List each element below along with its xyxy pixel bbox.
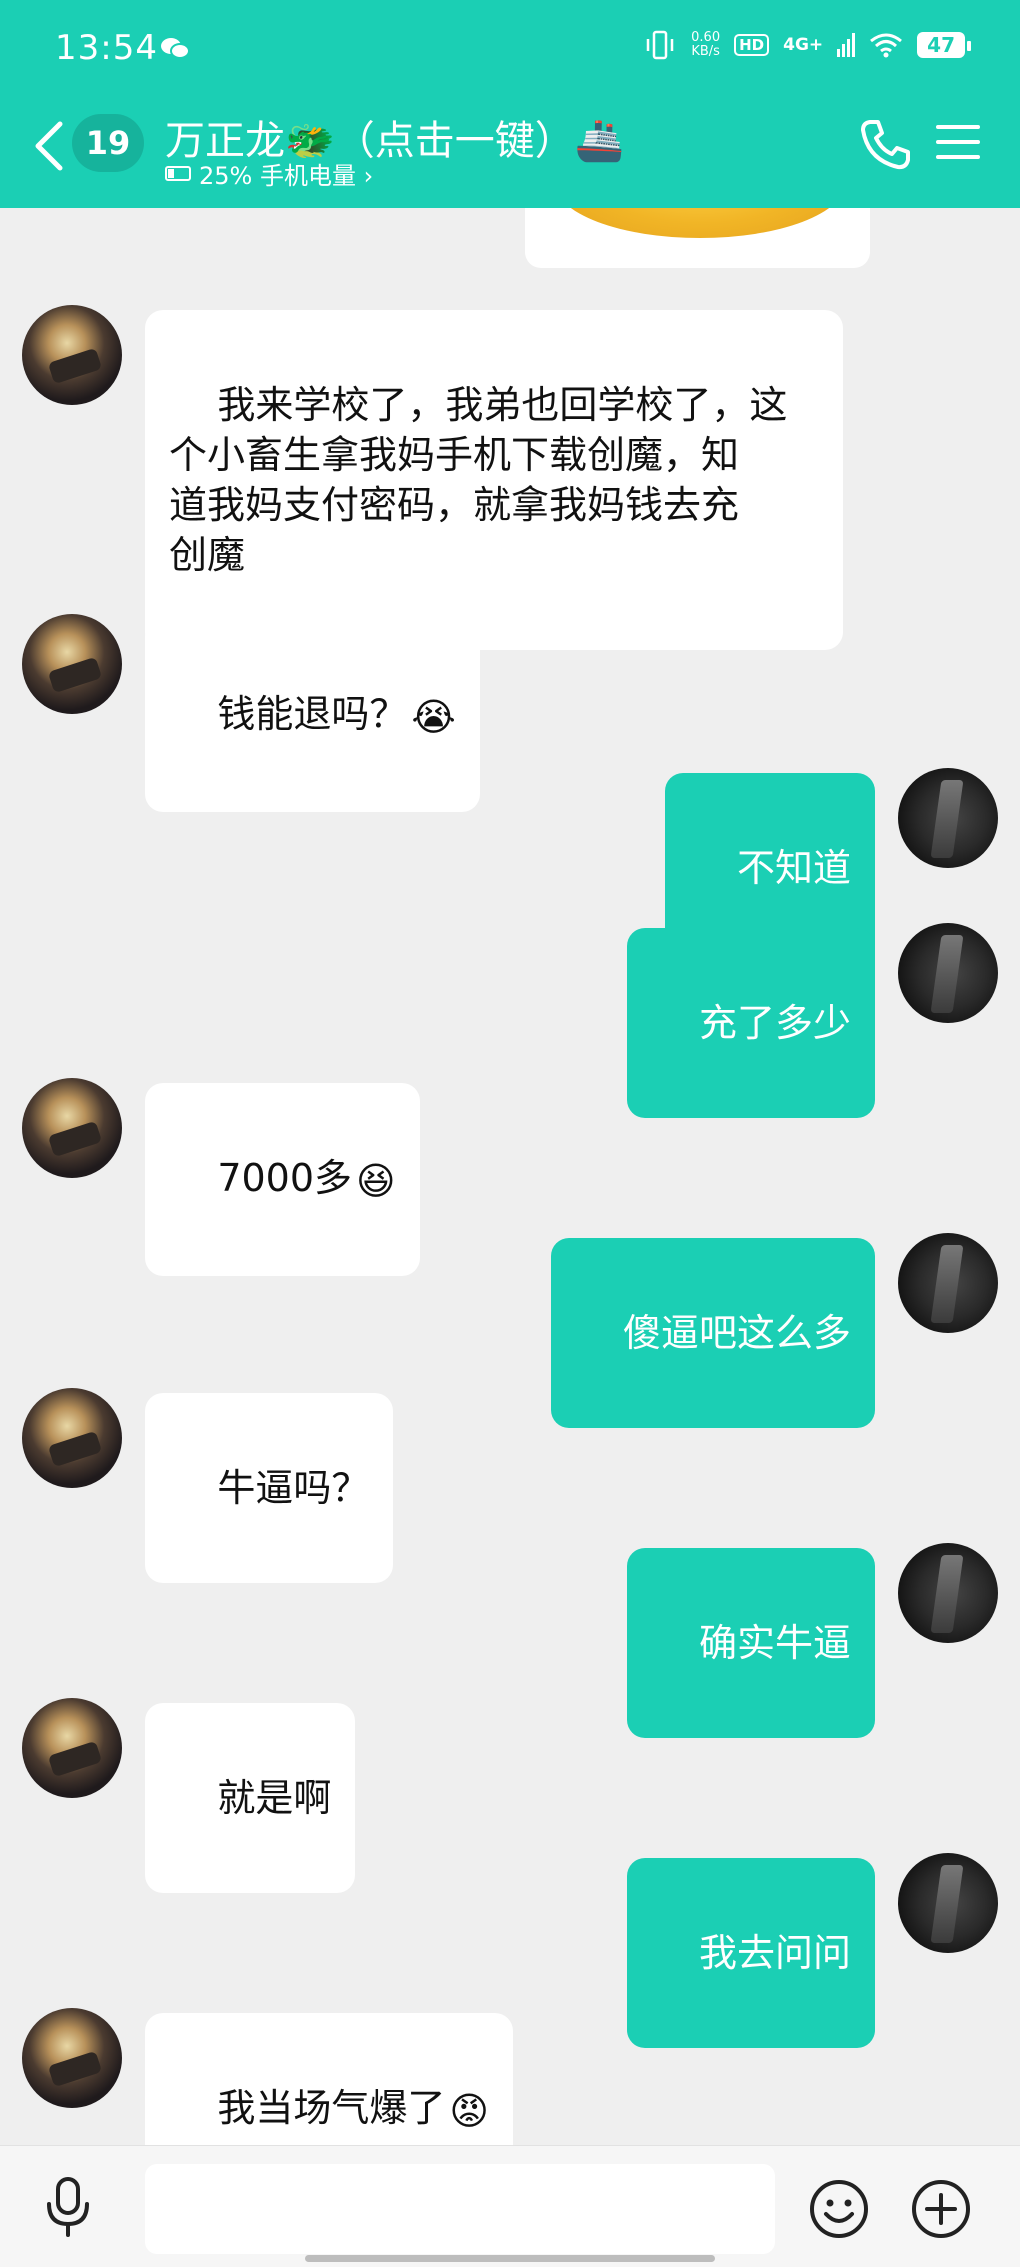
message-text: 充了多少 xyxy=(698,1001,851,1045)
avatar-contact[interactable] xyxy=(22,305,122,405)
message-text: 确实牛逼 xyxy=(698,1621,851,1665)
home-indicator[interactable] xyxy=(305,2255,715,2262)
angry-emoji-icon: 😡 xyxy=(449,2088,489,2133)
net-speed-unit: KB/s xyxy=(691,44,720,59)
avatar-contact[interactable] xyxy=(22,1388,122,1488)
message-text: 就是啊 xyxy=(217,1776,332,1820)
network-type: 4G+ xyxy=(783,35,824,55)
avatar-contact[interactable] xyxy=(22,2008,122,2108)
message-text: 不知道 xyxy=(736,846,851,890)
status-bar: 13:54 0.60 KB/s HD 4G+ 47 xyxy=(0,0,1020,100)
chat-header: 19 万正龙🐲（点击一键）🚢 25% 手机电量 › xyxy=(0,100,1020,208)
message-text: 我来学校了，我弟也回学校了，这 个小畜生拿我妈手机下载创魔，知 道我妈支付密码，… xyxy=(169,383,788,577)
chat-area[interactable]: 我来学校了，我弟也回学校了，这 个小畜生拿我妈手机下载创魔，知 道我妈支付密码，… xyxy=(0,208,1020,2145)
status-time: 13:54 xyxy=(55,28,158,68)
menu-icon[interactable] xyxy=(936,122,980,162)
avatar-self[interactable] xyxy=(898,1233,998,1333)
message-bubble-incoming[interactable]: 7000多 😆 xyxy=(145,1083,420,1276)
avatar-self[interactable] xyxy=(898,768,998,868)
net-speed: 0.60 KB/s xyxy=(691,31,720,59)
message-text: 傻逼吧这么多 xyxy=(622,1311,851,1355)
message-text: 我去问问 xyxy=(698,1931,851,1975)
signal-icon xyxy=(837,33,856,57)
message-bubble-incoming[interactable]: 牛逼吗？ xyxy=(145,1393,394,1583)
avatar-self[interactable] xyxy=(898,1853,998,1953)
message-text: 钱能退吗？ xyxy=(217,692,408,736)
message-text: 牛逼吗？ xyxy=(217,1466,370,1510)
avatar-self[interactable] xyxy=(898,1543,998,1643)
phone-icon[interactable] xyxy=(860,118,910,170)
avatar-contact[interactable] xyxy=(22,614,122,714)
message-input[interactable] xyxy=(145,2164,775,2254)
message-text: 7000多 xyxy=(217,1156,353,1200)
unread-count-badge[interactable]: 19 xyxy=(72,114,144,172)
back-icon[interactable] xyxy=(32,116,66,176)
avatar-contact[interactable] xyxy=(22,1698,122,1798)
battery-icon: 47 xyxy=(917,32,971,58)
message-bubble-outgoing[interactable]: 我去问问 xyxy=(626,1858,875,2048)
avatar-self[interactable] xyxy=(898,923,998,1023)
laughing-emoji-icon: 😆 xyxy=(356,1158,396,1203)
wechat-icon xyxy=(161,38,190,59)
plus-icon[interactable] xyxy=(910,2178,972,2240)
message-bubble-incoming[interactable]: 我来学校了，我弟也回学校了，这 个小畜生拿我妈手机下载创魔，知 道我妈支付密码，… xyxy=(145,310,843,650)
vibrate-icon xyxy=(646,30,674,60)
sticker-image[interactable] xyxy=(525,208,870,268)
message-bubble-outgoing[interactable]: 确实牛逼 xyxy=(626,1548,875,1738)
chat-subtitle[interactable]: 25% 手机电量 › xyxy=(165,156,373,191)
wifi-icon xyxy=(870,33,903,58)
hd-badge: HD xyxy=(734,34,770,56)
avatar-contact[interactable] xyxy=(22,1078,122,1178)
input-bar xyxy=(0,2145,1020,2267)
battery-mini-icon xyxy=(165,166,191,181)
message-bubble-outgoing[interactable]: 充了多少 xyxy=(626,928,875,1118)
battery-status-text: 25% 手机电量 › xyxy=(199,162,374,190)
message-bubble-outgoing[interactable]: 傻逼吧这么多 xyxy=(550,1238,875,1428)
message-bubble-incoming[interactable]: 钱能退吗？ 😭 xyxy=(145,619,480,812)
message-bubble-incoming[interactable]: 就是啊 xyxy=(145,1703,356,1893)
emoji-icon[interactable] xyxy=(808,2178,870,2240)
message-bubble-incoming[interactable]: 我当场气爆了 😡 xyxy=(145,2013,513,2145)
crying-emoji-icon: 😭 xyxy=(411,694,456,739)
message-text: 我当场气爆了 xyxy=(217,2086,446,2130)
mic-icon[interactable] xyxy=(40,2176,96,2238)
net-speed-value: 0.60 xyxy=(691,30,721,45)
